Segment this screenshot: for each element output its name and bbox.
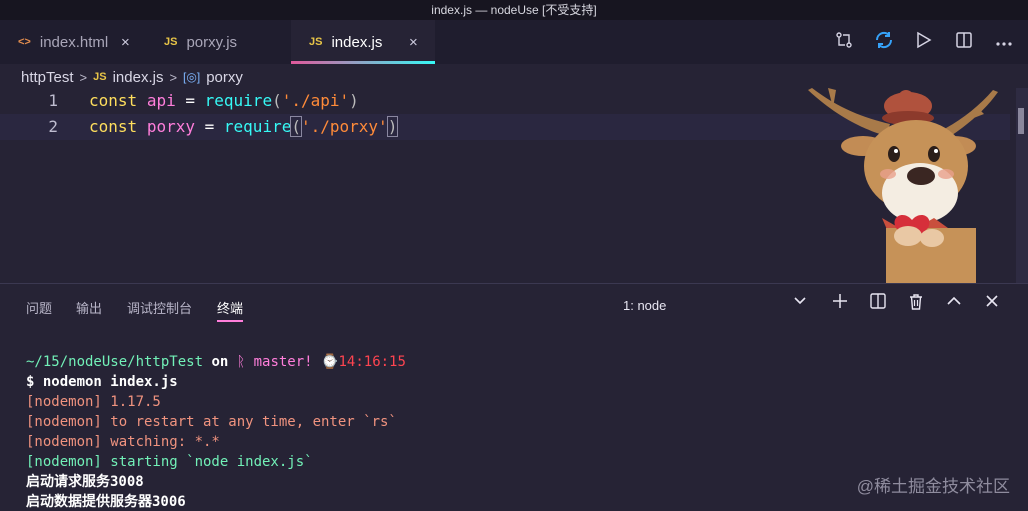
new-terminal-icon[interactable] bbox=[830, 293, 849, 315]
html-file-icon: <> bbox=[18, 36, 31, 48]
terminal-log-line: [nodemon] starting `node index.js` bbox=[26, 454, 313, 470]
breadcrumb-folder[interactable]: httpTest bbox=[21, 69, 74, 86]
terminal-output-line: 启动请求服务3008 bbox=[26, 474, 144, 490]
terminal-log-line: [nodemon] watching: *.* bbox=[26, 434, 220, 450]
close-icon[interactable]: × bbox=[121, 34, 130, 51]
chevron-down-icon[interactable] bbox=[793, 294, 807, 311]
line-number: 2 bbox=[48, 117, 58, 136]
line-number: 1 bbox=[48, 91, 58, 110]
terminal-prompt-line: ~/15/nodeUse/httpTest on ᚱ master! ⌚14:1… bbox=[26, 354, 406, 370]
trash-icon[interactable] bbox=[906, 293, 925, 315]
code-text: const porxy = require('./porxy') bbox=[89, 116, 399, 137]
tab-porxy-js[interactable]: JS porxy.js bbox=[145, 20, 291, 64]
chevron-right-icon: > bbox=[79, 69, 88, 85]
breadcrumb-symbol[interactable]: porxy bbox=[206, 69, 243, 86]
tab-output[interactable]: 输出 bbox=[76, 298, 102, 317]
terminal-log-line: [nodemon] 1.17.5 bbox=[26, 394, 161, 410]
terminal-time: 14:16:15 bbox=[338, 354, 406, 370]
breadcrumb-file[interactable]: index.js bbox=[113, 69, 164, 86]
editor-tab-bar: <> index.html × JS porxy.js JS index.js … bbox=[0, 20, 1028, 64]
terminal-command: $ nodemon index.js bbox=[26, 374, 178, 390]
close-icon[interactable]: × bbox=[409, 34, 418, 51]
terminal-output-line: 启动数据提供服务器3006 bbox=[26, 494, 186, 510]
code-text: const api = require('./api') bbox=[89, 91, 359, 110]
tab-terminal[interactable]: 终端 bbox=[217, 298, 244, 322]
close-panel-icon[interactable] bbox=[982, 293, 1001, 315]
window-title: index.js — nodeUse [不受支持] bbox=[0, 0, 1028, 20]
editor-scrollbar[interactable] bbox=[1016, 88, 1028, 283]
watermark: @稀土掘金技术社区 bbox=[856, 477, 1010, 496]
tab-problems[interactable]: 问题 bbox=[26, 298, 52, 317]
git-branch: master! bbox=[253, 354, 313, 370]
terminal-path: ~/15/nodeUse/httpTest bbox=[26, 354, 204, 370]
clock-icon: ⌚ bbox=[321, 354, 339, 370]
tab-index-html[interactable]: <> index.html × bbox=[0, 20, 145, 64]
tab-label: porxy.js bbox=[186, 33, 238, 51]
variable-symbol-icon: [◎] bbox=[183, 70, 201, 84]
tab-debug-console[interactable]: 调试控制台 bbox=[127, 298, 192, 317]
deer-mascot-illustration bbox=[808, 88, 998, 283]
terminal-log-line: [nodemon] to restart at any time, enter … bbox=[26, 414, 397, 430]
terminal-select[interactable]: 1: node bbox=[623, 298, 666, 313]
breadcrumb: httpTest > JS index.js > [◎] porxy bbox=[21, 66, 243, 88]
maximize-panel-icon[interactable] bbox=[944, 293, 963, 315]
terminal-output[interactable]: ~/15/nodeUse/httpTest on ᚱ master! ⌚14:1… bbox=[26, 352, 406, 511]
panel-tab-bar: 问题 输出 调试控制台 终端 1: node bbox=[0, 284, 1028, 326]
tab-label: index.js bbox=[331, 33, 383, 51]
tab-label: index.html bbox=[39, 33, 109, 51]
split-terminal-icon[interactable] bbox=[868, 293, 887, 315]
git-compare-icon[interactable] bbox=[834, 31, 854, 54]
more-icon[interactable] bbox=[994, 32, 1014, 52]
tab-index-js[interactable]: JS index.js × bbox=[291, 20, 435, 64]
git-branch-icon: ᚱ bbox=[236, 354, 246, 370]
run-icon[interactable] bbox=[914, 31, 934, 54]
js-file-icon: JS bbox=[93, 71, 107, 83]
chevron-right-icon: > bbox=[169, 69, 178, 85]
go-live-icon[interactable] bbox=[874, 31, 894, 54]
split-editor-icon[interactable] bbox=[954, 31, 974, 54]
js-file-icon: JS bbox=[164, 36, 178, 48]
js-file-icon: JS bbox=[309, 36, 323, 48]
scrollbar-thumb[interactable] bbox=[1018, 108, 1024, 134]
